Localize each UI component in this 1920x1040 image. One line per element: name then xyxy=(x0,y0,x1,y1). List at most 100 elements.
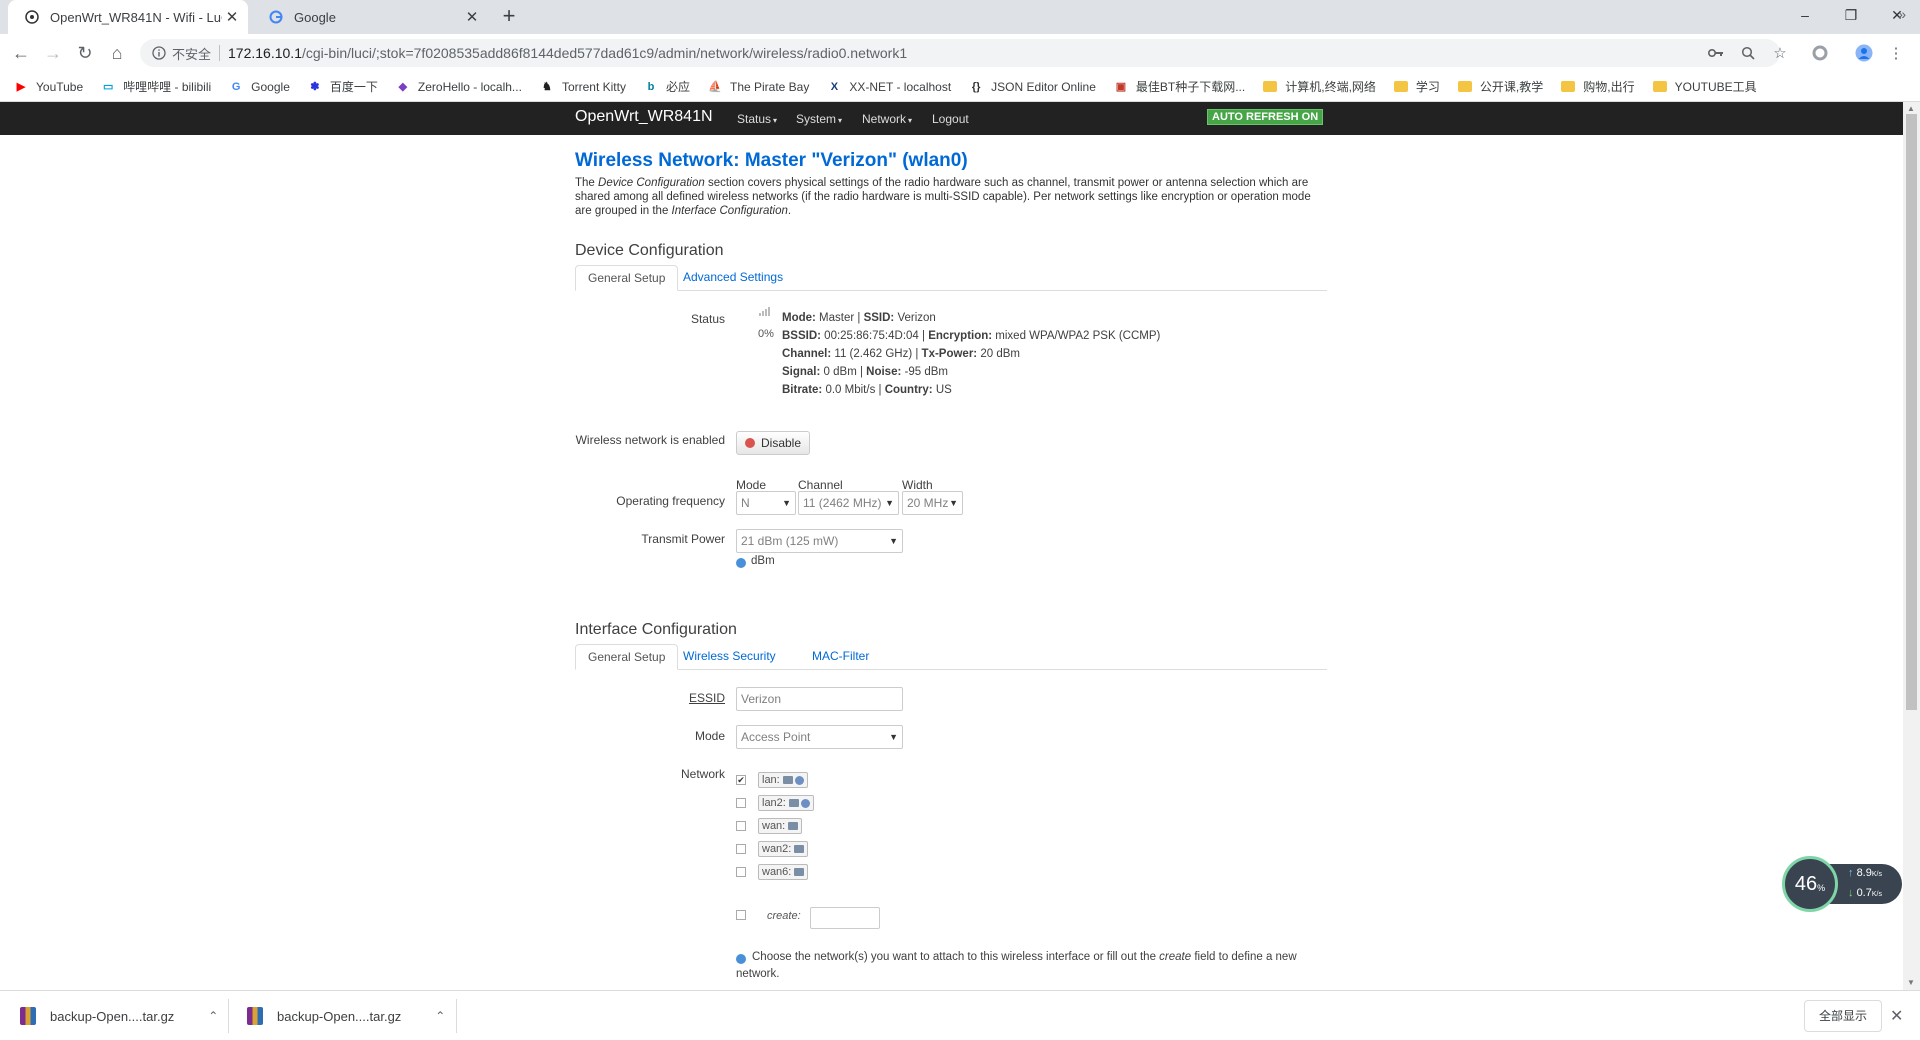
close-download-bar-icon[interactable]: ✕ xyxy=(1890,1006,1903,1026)
mode-select[interactable]: N ▼ xyxy=(736,491,796,515)
disable-icon xyxy=(745,438,755,448)
download-item[interactable]: backup-Open....tar.gz ⌃ xyxy=(20,991,218,1040)
page-scrollbar[interactable]: ▲ ▼ xyxy=(1903,102,1920,990)
star-icon[interactable]: ☆ xyxy=(1770,44,1790,62)
menu-status[interactable]: Status ▾ xyxy=(737,112,777,126)
network-hint: Choose the network(s) you want to attach… xyxy=(736,949,1326,983)
page-description: The Device Configuration section covers … xyxy=(575,176,1327,218)
status-value: 00:25:86:75:4D:04 | xyxy=(820,330,929,342)
close-tab-icon[interactable]: ✕ xyxy=(462,7,482,27)
status-key: Country: xyxy=(884,384,933,396)
network-speed-widget[interactable]: ↑ 8.9K/s ↓ 0.7K/s 46% xyxy=(1782,856,1902,912)
folder-icon xyxy=(1561,81,1576,92)
menu-system[interactable]: System ▾ xyxy=(796,112,842,126)
network-name: lan: xyxy=(762,774,780,786)
menu-kebab-icon[interactable]: ⋮ xyxy=(1886,44,1906,62)
profile-avatar-icon[interactable] xyxy=(1854,44,1874,62)
network-checkbox[interactable] xyxy=(736,867,746,877)
restore-icon[interactable]: ❐ xyxy=(1828,0,1874,30)
network-checkbox[interactable]: ✔ xyxy=(736,775,746,785)
scroll-down-icon[interactable]: ▼ xyxy=(1907,978,1915,987)
create-network-input[interactable] xyxy=(810,907,880,929)
tab-google[interactable]: Google ✕ xyxy=(252,0,488,34)
status-value: US xyxy=(932,384,952,396)
download-item[interactable]: backup-Open....tar.gz ⌃ xyxy=(247,991,445,1040)
bookmark-item[interactable]: 学习 xyxy=(1393,78,1440,95)
key-icon[interactable] xyxy=(1706,44,1726,62)
tab-openwrt[interactable]: OpenWrt_WR841N - Wifi - LuCI ✕ xyxy=(8,0,248,34)
back-icon[interactable]: ← xyxy=(8,40,34,66)
channel-select-value: 11 (2462 MHz) xyxy=(803,496,882,510)
menu-label: Status xyxy=(737,112,772,126)
bookmark-item[interactable]: 公开课,教学 xyxy=(1457,78,1543,95)
bookmark-item[interactable]: {} JSON Editor Online xyxy=(969,80,1096,94)
tab-general-setup[interactable]: General Setup xyxy=(575,644,679,670)
address-bar[interactable]: 不安全 172.16.10.1 /cgi-bin/luci/;stok=7f02… xyxy=(140,39,1780,67)
extension-icon[interactable] xyxy=(1810,44,1830,62)
download-speed-value: 0.7 xyxy=(1856,887,1872,899)
bookmark-item[interactable]: ✽ 百度一下 xyxy=(308,78,378,95)
menu-logout[interactable]: Logout xyxy=(932,112,969,126)
menu-network[interactable]: Network ▾ xyxy=(862,112,912,126)
speed-readout: ↑ 8.9K/s ↓ 0.7K/s xyxy=(1828,864,1902,904)
network-name: wan2: xyxy=(762,843,792,855)
bookmark-label: JSON Editor Online xyxy=(991,79,1096,94)
minimize-icon[interactable]: – xyxy=(1782,0,1828,30)
disable-button[interactable]: Disable xyxy=(736,431,811,455)
tab-title: OpenWrt_WR841N - Wifi - LuCI xyxy=(50,9,222,25)
window-close-icon[interactable]: ✕ xyxy=(1874,0,1920,30)
forward-icon[interactable]: → xyxy=(40,40,66,66)
close-tab-icon[interactable]: ✕ xyxy=(222,7,242,27)
reload-icon[interactable]: ↻ xyxy=(72,40,98,66)
bookmark-label: 必应 xyxy=(665,80,690,94)
brand-link[interactable]: OpenWrt_WR841N xyxy=(575,108,713,126)
folder-icon xyxy=(1457,81,1472,92)
url-path: /cgi-bin/luci/;stok=7f0208535add86f8144d… xyxy=(301,45,908,61)
tab-mac-filter[interactable]: MAC-Filter xyxy=(800,644,881,670)
auto-refresh-toggle[interactable]: AUTO REFRESH ON xyxy=(1207,109,1324,125)
show-all-downloads-button[interactable]: 全部显示 xyxy=(1804,1000,1883,1032)
width-select[interactable]: 20 MHz ▼ xyxy=(902,491,963,515)
network-badge: wan2: xyxy=(758,841,809,857)
tab-wireless-security[interactable]: Wireless Security xyxy=(671,644,788,670)
home-icon[interactable]: ⌂ xyxy=(104,40,130,66)
bookmark-item[interactable]: ◆ ZeroHello - localh... xyxy=(396,80,522,94)
new-tab-button[interactable]: + xyxy=(496,4,522,30)
bookmark-item[interactable]: 购物,出行 xyxy=(1561,78,1635,95)
network-checkbox[interactable] xyxy=(736,798,746,808)
bookmark-item[interactable]: YOUTUBE工具 xyxy=(1652,78,1757,95)
bookmark-item[interactable]: ▭ 哔哩哔哩 - bilibili xyxy=(101,78,211,95)
chevron-up-icon[interactable]: ⌃ xyxy=(208,1009,218,1023)
bookmark-item[interactable]: ♞ Torrent Kitty xyxy=(540,80,626,94)
bookmark-item[interactable]: b 必应 xyxy=(644,78,690,95)
channel-select[interactable]: 11 (2462 MHz) ▼ xyxy=(798,491,899,515)
signal-icon xyxy=(759,306,773,319)
network-checkbox[interactable] xyxy=(736,844,746,854)
device-config-tabs: General Setup Advanced Settings xyxy=(575,265,1327,291)
bookmark-item[interactable]: G Google xyxy=(229,80,290,94)
scrollbar-thumb[interactable] xyxy=(1906,114,1917,710)
create-checkbox[interactable] xyxy=(736,910,746,920)
security-label: 不安全 xyxy=(172,46,212,62)
essid-input[interactable]: Verizon xyxy=(736,687,903,711)
tab-general-setup[interactable]: General Setup xyxy=(575,265,679,291)
scroll-up-icon[interactable]: ▲ xyxy=(1907,104,1915,113)
transmit-power-hint: dBm xyxy=(751,555,775,567)
bookmark-item[interactable]: ▣ 最佳BT种子下载网... xyxy=(1114,78,1246,95)
dropdown-arrow-icon: ▼ xyxy=(889,732,898,742)
bookmark-item[interactable]: X XX-NET - localhost xyxy=(827,80,951,94)
dropdown-arrow-icon: ▼ xyxy=(889,536,898,546)
bookmark-item[interactable]: ⛵ The Pirate Bay xyxy=(708,80,809,94)
bookmark-item[interactable]: 计算机,终端,网络 xyxy=(1263,78,1376,95)
interface-mode-select[interactable]: Access Point ▼ xyxy=(736,725,903,749)
info-icon[interactable] xyxy=(152,46,166,60)
chevron-up-icon[interactable]: ⌃ xyxy=(435,1009,445,1023)
wireless-interface-icon xyxy=(794,775,804,785)
bookmark-item[interactable]: ▶ YouTube xyxy=(14,80,83,94)
bookmarks-overflow-icon[interactable]: » xyxy=(1898,6,1906,22)
zoom-icon[interactable] xyxy=(1738,44,1758,62)
tab-advanced-settings[interactable]: Advanced Settings xyxy=(671,265,795,291)
rate-unit: K/s xyxy=(1871,871,1882,878)
transmit-power-select[interactable]: 21 dBm (125 mW) ▼ xyxy=(736,529,903,553)
network-checkbox[interactable] xyxy=(736,821,746,831)
